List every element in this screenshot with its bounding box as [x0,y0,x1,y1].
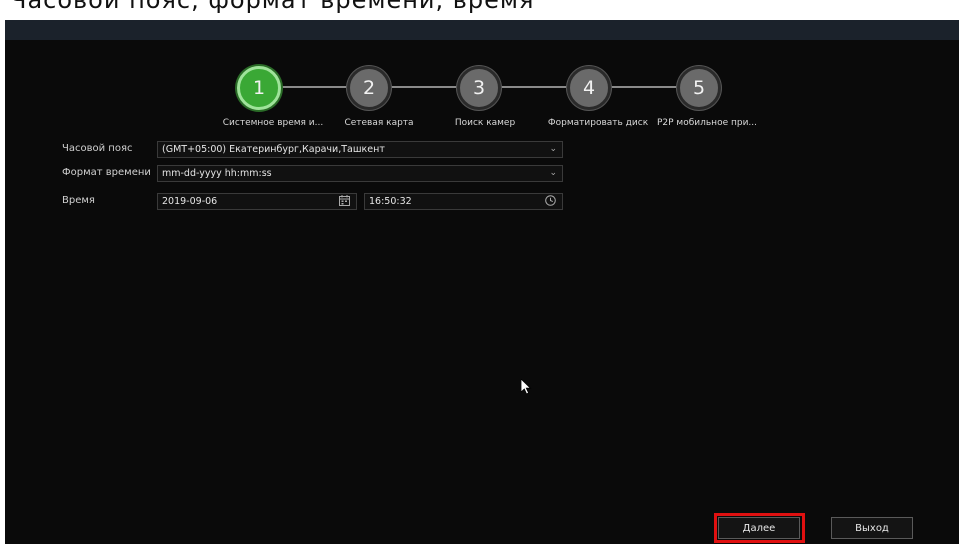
time-format-value: mm-dd-yyyy hh:mm:ss [162,168,272,179]
step-4-label: Форматировать диск [547,118,649,128]
step-5-circle[interactable]: 5 [677,66,721,110]
step-connector [607,86,677,88]
time-value: 16:50:32 [369,196,412,207]
setup-wizard-screen: 1 2 3 4 5 Системное время и... Сетевая к… [5,20,959,544]
clock-icon[interactable] [545,195,556,206]
step-4-number: 4 [582,77,596,99]
calendar-icon[interactable] [339,195,350,206]
step-2-circle[interactable]: 2 [347,66,391,110]
timezone-select[interactable]: (GMT+05:00) Екатеринбург,Карачи,Ташкент … [157,141,563,158]
step-1-circle[interactable]: 1 [237,66,281,110]
time-format-select[interactable]: mm-dd-yyyy hh:mm:ss ⌄ [157,165,563,182]
time-label: Время [62,195,95,206]
date-value: 2019-09-06 [162,196,218,207]
step-connector [497,86,567,88]
step-3-label: Поиск камер [454,118,516,128]
time-field[interactable]: 16:50:32 [364,193,563,210]
step-connector [387,86,457,88]
chevron-down-icon: ⌄ [549,168,557,178]
step-1-number: 1 [252,77,266,99]
exit-button[interactable]: Выход [831,517,913,539]
chevron-down-icon: ⌄ [549,144,557,154]
step-4-circle[interactable]: 4 [567,66,611,110]
next-button-highlight [714,513,805,543]
step-connector [277,86,347,88]
exit-button-label: Выход [855,522,889,534]
timezone-label: Часовой пояс [62,143,133,154]
step-2-number: 2 [362,77,376,99]
header-band [5,20,959,40]
step-2-label: Сетевая карта [344,118,414,128]
step-3-number: 3 [472,77,486,99]
step-5-number: 5 [692,77,706,99]
clipped-heading: Часовой пояс, формат времени, время [10,0,535,14]
time-format-label: Формат времени [62,167,151,178]
clipped-heading-strip: Часовой пояс, формат времени, время [0,0,959,20]
step-1-label: Системное время и... [222,118,324,128]
step-3-circle[interactable]: 3 [457,66,501,110]
timezone-value: (GMT+05:00) Екатеринбург,Карачи,Ташкент [162,144,385,155]
mouse-pointer-icon [521,379,532,395]
date-field[interactable]: 2019-09-06 [157,193,357,210]
step-5-label: P2P мобильное при... [656,118,758,128]
